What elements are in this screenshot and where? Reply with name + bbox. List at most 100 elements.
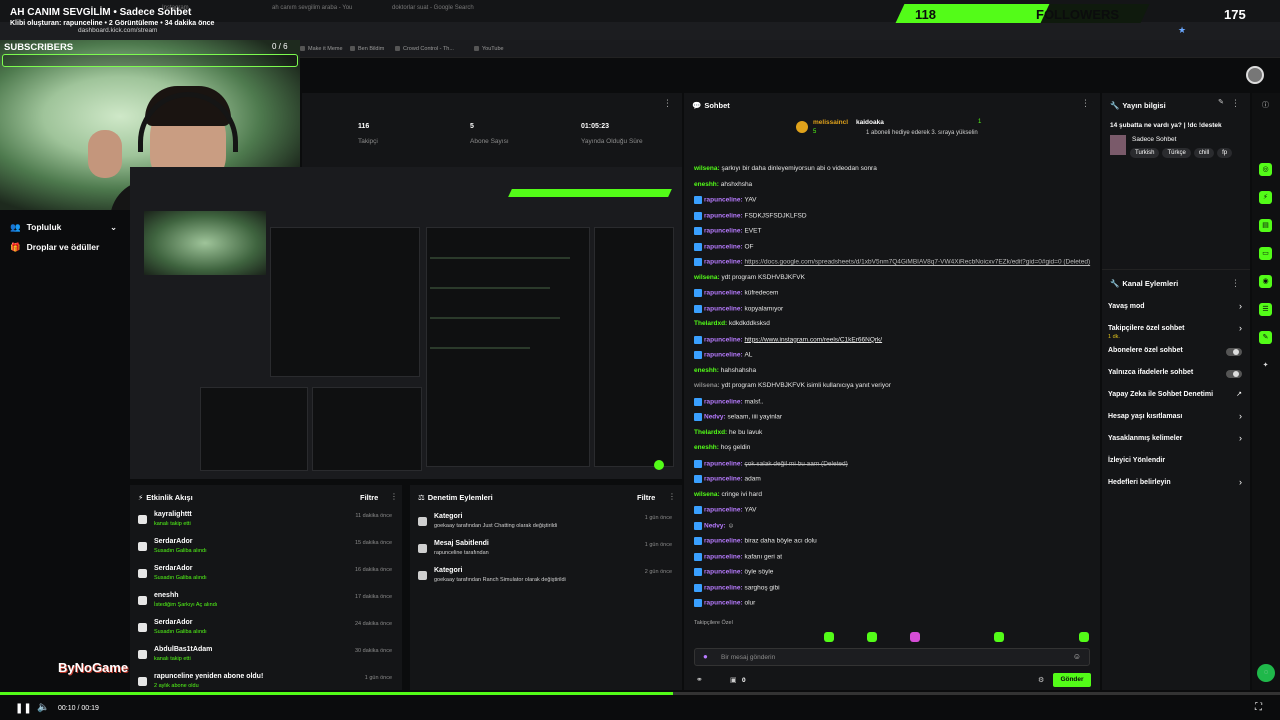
more-icon[interactable]: ⋮ (1231, 278, 1240, 289)
mic-icon[interactable]: ● (703, 652, 708, 661)
chevron-right-icon[interactable]: › (1239, 433, 1242, 443)
channel-action-item[interactable]: Yavaş mod (1108, 303, 1145, 310)
more-icon[interactable]: ⋮ (1081, 98, 1090, 109)
chat-username[interactable]: rapunceline: (704, 600, 744, 607)
channel-action-item[interactable]: Abonelere özel sohbet (1108, 347, 1183, 354)
chat-username[interactable]: wilsena: (694, 382, 721, 389)
activity-item[interactable]: SerdarAdor Susadın Galiba alındı 24 dakika… (130, 617, 400, 643)
volume-icon[interactable]: 🔈 (37, 702, 49, 713)
activity-user[interactable]: AbdulBas1tAdam (154, 646, 212, 653)
bookmark-star-icon[interactable]: ★ (1178, 25, 1186, 36)
bookmark-item[interactable]: YouTube (474, 46, 504, 52)
bolt-icon[interactable]: ⚡ (1259, 191, 1272, 204)
chevron-down-icon[interactable]: ⌄ (110, 222, 117, 233)
moderation-item[interactable]: Mesaj Sabitlendi rapunceline tarafından 1 … (410, 538, 680, 564)
toggle-switch[interactable] (1226, 348, 1242, 356)
document-icon[interactable]: ▤ (1259, 219, 1272, 232)
activity-item[interactable]: kayralighttt kanalı takip etti 11 dakika ö… (130, 509, 400, 535)
pause-icon[interactable]: ❚❚ (15, 703, 32, 714)
chat-username[interactable]: wilsena: (694, 491, 721, 498)
chat-username[interactable]: eneshh: (694, 444, 721, 451)
chat-username[interactable]: rapunceline: (704, 352, 744, 359)
chevron-right-icon[interactable]: › (1239, 411, 1242, 421)
activity-user[interactable]: SerdarAdor (154, 538, 193, 545)
list-icon[interactable]: ☰ (1259, 303, 1272, 316)
chat-username[interactable]: rapunceline: (704, 569, 744, 576)
channel-action-item[interactable]: Hedefleri belirleyin (1108, 479, 1171, 486)
fullscreen-icon[interactable]: ⛶ (1255, 702, 1262, 713)
stream-preview[interactable] (130, 167, 682, 479)
avatar[interactable] (1246, 66, 1264, 84)
activity-user[interactable]: rapunceline yeniden abone oldu! (154, 673, 263, 680)
chat-input[interactable]: ● Bir mesaj gönderin ☺ (694, 648, 1090, 666)
chat-username[interactable]: rapunceline: (704, 243, 744, 250)
external-link-icon[interactable]: ↗ (1236, 390, 1242, 398)
chevron-right-icon[interactable]: › (1239, 301, 1242, 311)
chat-username[interactable]: Nedvy: (704, 522, 727, 529)
more-icon[interactable]: ⋮ (668, 492, 676, 501)
activity-user[interactable]: kayralighttt (154, 511, 192, 518)
activity-user[interactable]: SerdarAdor (154, 619, 193, 626)
channel-action-item[interactable]: Hesap yaşı kısıtlaması (1108, 413, 1182, 420)
chat-username[interactable]: rapunceline: (704, 584, 744, 591)
channel-action-item[interactable]: Yasaklanmış kelimeler (1108, 435, 1182, 442)
users-icon[interactable]: ⚭ (696, 675, 703, 684)
emote-icon[interactable] (824, 632, 834, 642)
activity-item[interactable]: SerdarAdor Susadın Galiba alındı 15 dakika… (130, 536, 400, 562)
chevron-right-icon[interactable]: › (1239, 477, 1242, 487)
sidebar-item-community[interactable]: 👥 Topluluk ⌄ (10, 222, 117, 233)
chat-username[interactable]: rapunceline: (704, 305, 744, 312)
broadcast-icon[interactable]: ◉ (1259, 275, 1272, 288)
bookmark-item[interactable]: Ben Bildim (350, 46, 384, 52)
bookmark-item[interactable]: Crowd Control - Th... (395, 46, 454, 52)
emote-icon[interactable] (994, 632, 1004, 642)
tag[interactable]: Turkish (1130, 148, 1160, 158)
tab-youtube[interactable]: ah canım sevgilim araba - You (272, 5, 352, 11)
emote-icon[interactable] (910, 632, 920, 642)
help-chat-icon[interactable]: ◌ (1257, 664, 1275, 682)
activity-user[interactable]: eneshh (154, 592, 179, 599)
chat-username[interactable]: rapunceline: (704, 460, 744, 467)
info-icon[interactable]: ⓘ (1259, 99, 1272, 112)
tag[interactable]: Türkçe (1162, 148, 1191, 158)
send-button[interactable]: Gönder (1053, 673, 1091, 687)
chat-username[interactable]: rapunceline: (704, 228, 744, 235)
chat-icon[interactable]: ▭ (1259, 247, 1272, 260)
chat-username[interactable]: eneshh: (694, 181, 721, 188)
activity-item[interactable]: AbdulBas1tAdam kanalı takip etti 30 dakika… (130, 644, 400, 670)
tab-google[interactable]: doktorlar suat - Google Search (392, 5, 474, 11)
more-icon[interactable]: ⋮ (390, 492, 398, 501)
chat-username[interactable]: Thelardxd: (694, 320, 729, 327)
channel-action-item[interactable]: İzleyici Yönlendir (1108, 457, 1165, 464)
chat-username[interactable]: rapunceline: (704, 476, 744, 483)
emote-icon[interactable] (867, 632, 877, 642)
emote-icon[interactable] (1079, 632, 1089, 642)
gift-user-name[interactable]: kaidoaka (856, 119, 884, 126)
tag[interactable]: fp (1217, 148, 1233, 158)
more-icon[interactable]: ⋮ (663, 98, 672, 109)
toggle-switch[interactable] (1226, 370, 1242, 378)
chat-username[interactable]: rapunceline: (704, 212, 744, 219)
chat-username[interactable]: rapunceline: (704, 336, 744, 343)
plugin-icon[interactable]: ✦ (1259, 359, 1272, 372)
chat-username[interactable]: wilsena: (694, 165, 721, 172)
activity-filter-button[interactable]: Filtre (360, 493, 378, 502)
chat-username[interactable]: eneshh: (694, 367, 721, 374)
settings-icon[interactable]: ⚙ (1038, 676, 1044, 684)
chat-username[interactable]: rapunceline: (704, 538, 744, 545)
tag[interactable]: chill (1193, 148, 1215, 158)
chat-username[interactable]: Nedvy: (704, 414, 727, 421)
bookmark-item[interactable]: Make it Meme (300, 46, 343, 52)
channel-action-item[interactable]: Takipçilere özel sohbet (1108, 325, 1185, 332)
wrench-icon[interactable]: ✎ (1259, 331, 1272, 344)
chat-username[interactable]: rapunceline: (704, 290, 744, 297)
chat-username[interactable]: rapunceline: (704, 259, 744, 266)
target-icon[interactable]: ◎ (1259, 163, 1272, 176)
activity-user[interactable]: SerdarAdor (154, 565, 193, 572)
chat-username[interactable]: rapunceline: (704, 197, 744, 204)
chat-username[interactable]: rapunceline: (704, 553, 744, 560)
chat-username[interactable]: rapunceline: (704, 507, 744, 514)
edit-icon[interactable]: ✎ (1218, 98, 1224, 106)
emoji-icon[interactable]: ☺ (1073, 652, 1081, 661)
chat-username[interactable]: wilsena: (694, 274, 721, 281)
